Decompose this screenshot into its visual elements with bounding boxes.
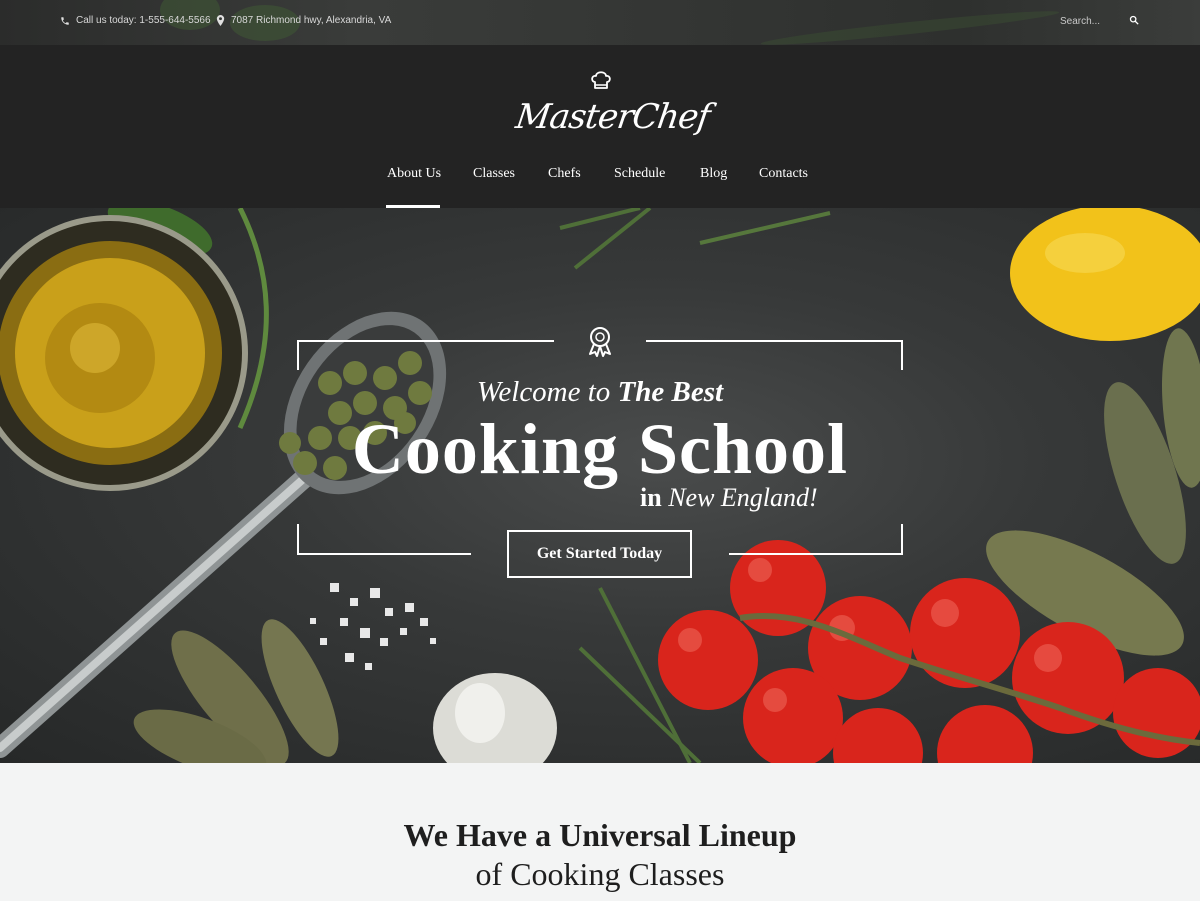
site-header: MasterChef About Us Classes Chefs Schedu… [0,45,1200,208]
classes-intro-section: We Have a Universal Lineup of Cooking Cl… [0,763,1200,901]
address-text: 7087 Richmond hwy, Alexandria, VA [231,15,392,26]
nav-blog[interactable]: Blog [700,166,727,182]
section-title-light: of Cooking Classes [475,856,725,892]
nav-chefs[interactable]: Chefs [548,166,581,182]
main-nav: About Us Classes Chefs Schedule Blog Con… [0,45,1200,208]
phone-icon [61,16,69,25]
frame-top-left [297,340,554,342]
hero-title: Cooking School [351,409,849,489]
nav-schedule[interactable]: Schedule [614,166,665,182]
top-bar: Call us today: 1-555-644-5566 7087 Richm… [0,0,1200,45]
map-pin-icon [216,15,225,26]
hero-welcome-line: Welcome to The Best [300,376,900,409]
hero-sub-in: in [640,483,662,512]
frame-left-bottom [297,524,299,554]
search-icon [1129,15,1139,25]
hero-sub-place: New England! [668,483,818,512]
nav-about-us[interactable]: About Us [387,166,441,182]
frame-bottom-right [729,553,903,555]
frame-right-top [901,340,903,370]
hero-welcome-bold: The Best [617,376,724,408]
frame-top-right [646,340,903,342]
nav-classes[interactable]: Classes [473,166,515,182]
frame-left-top [297,340,299,370]
nav-contacts[interactable]: Contacts [759,166,808,182]
hero-banner: Welcome to The Best Cooking School in Ne… [0,208,1200,763]
search-input[interactable] [1060,15,1122,27]
search-button[interactable] [1128,14,1140,26]
herb-decoration [760,6,1060,45]
address-info: 7087 Richmond hwy, Alexandria, VA [216,15,391,26]
hero-subtitle: in New England! [640,483,840,513]
phone-text: Call us today: 1-555-644-5566 [76,15,211,26]
frame-bottom-left [297,553,471,555]
phone-info: Call us today: 1-555-644-5566 [60,15,211,26]
award-ribbon-icon [589,327,611,357]
frame-right-bottom [901,524,903,554]
hero-welcome-prefix: Welcome to [476,376,611,408]
section-title-bold: We Have a Universal Lineup [403,817,797,853]
get-started-button[interactable]: Get Started Today [507,530,692,578]
